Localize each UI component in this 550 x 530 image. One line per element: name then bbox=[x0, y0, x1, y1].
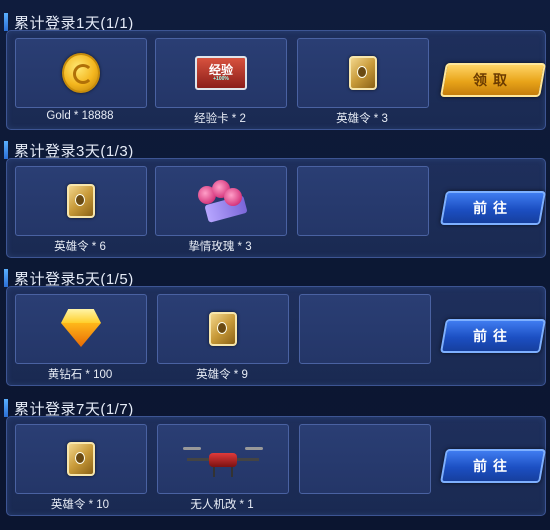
reward-label: 英雄令 * 6 bbox=[54, 241, 106, 253]
reward-label: 无人机改 * 1 bbox=[190, 499, 254, 511]
reward-label: 经验卡 * 2 bbox=[194, 113, 246, 125]
hero-token-icon bbox=[67, 184, 95, 218]
reward-panel: Gold * 18888 经验 +100% 经验卡 * 2 英雄令 * 3 领取 bbox=[6, 30, 546, 130]
hero-token-icon bbox=[349, 56, 377, 90]
reward-slot-empty bbox=[299, 424, 431, 494]
reward-panel: 英雄令 * 10 无人机改 * 1 前往 bbox=[6, 416, 546, 516]
yellow-diamond-icon bbox=[58, 309, 104, 349]
reward-slot-hero-token[interactable] bbox=[15, 166, 147, 236]
reward-slot-gold[interactable] bbox=[15, 38, 147, 108]
reward-slot-exp-card[interactable]: 经验 +100% bbox=[155, 38, 287, 108]
hero-token-icon bbox=[209, 312, 237, 346]
reward-slot-hero-token[interactable] bbox=[15, 424, 147, 494]
reward-label: 挚情玫瑰 * 3 bbox=[188, 241, 252, 253]
go-button[interactable]: 前往 bbox=[440, 191, 546, 225]
exp-card-icon: 经验 +100% bbox=[195, 56, 247, 90]
reward-slot-empty bbox=[297, 166, 429, 236]
reward-slot-rose[interactable] bbox=[155, 166, 287, 236]
reward-label: Gold * 18888 bbox=[46, 110, 114, 122]
claim-button[interactable]: 领取 bbox=[440, 63, 546, 97]
go-button[interactable]: 前往 bbox=[440, 319, 546, 353]
reward-slot-empty bbox=[299, 294, 431, 364]
reward-label: 英雄令 * 9 bbox=[196, 369, 248, 381]
reward-slot-hero-token[interactable] bbox=[297, 38, 429, 108]
gold-coin-icon bbox=[62, 53, 100, 93]
reward-label: 英雄令 * 10 bbox=[50, 499, 110, 511]
reward-label: 黄钻石 * 100 bbox=[47, 369, 113, 381]
hero-token-icon bbox=[67, 442, 95, 476]
drone-icon bbox=[183, 439, 263, 479]
reward-slot-diamond[interactable] bbox=[15, 294, 147, 364]
reward-label: 英雄令 * 3 bbox=[336, 113, 388, 125]
reward-panel: 黄钻石 * 100 英雄令 * 9 前往 bbox=[6, 286, 546, 386]
rose-bouquet-icon bbox=[186, 178, 256, 224]
reward-slot-drone[interactable] bbox=[157, 424, 289, 494]
go-button[interactable]: 前往 bbox=[440, 449, 546, 483]
reward-slot-hero-token[interactable] bbox=[157, 294, 289, 364]
reward-panel: 英雄令 * 6 挚情玫瑰 * 3 前往 bbox=[6, 158, 546, 258]
